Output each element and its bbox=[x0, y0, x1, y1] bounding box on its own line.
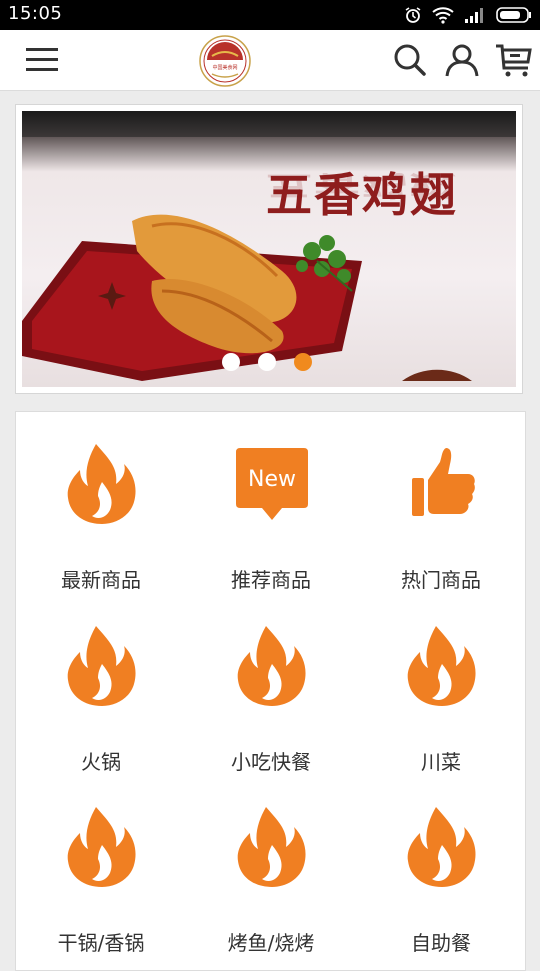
banner-backdrop bbox=[22, 111, 516, 137]
banner-image[interactable]: 五香鸡翅 五香鸡翅 bbox=[22, 111, 516, 387]
new-badge-text: New bbox=[248, 467, 296, 492]
flame-icon bbox=[67, 626, 136, 706]
new-badge-icon: New bbox=[236, 448, 308, 520]
carousel-indicator bbox=[222, 353, 312, 371]
promo-banner[interactable]: 五香鸡翅 五香鸡翅 bbox=[15, 104, 523, 394]
status-bar: 15:05 bbox=[0, 0, 540, 30]
cart-icon[interactable] bbox=[494, 42, 534, 78]
user-icon[interactable] bbox=[442, 42, 482, 78]
category-label: 干锅/香锅 bbox=[57, 931, 145, 955]
category-label: 自助餐 bbox=[411, 931, 471, 955]
status-icons bbox=[404, 5, 532, 25]
battery-icon bbox=[496, 7, 531, 23]
category-item-snacks[interactable]: 小吃快餐 bbox=[186, 594, 356, 774]
flame-icon bbox=[67, 807, 136, 887]
category-item-drypot[interactable]: 干锅/香锅 bbox=[16, 775, 186, 955]
category-label: 小吃快餐 bbox=[231, 750, 311, 774]
logo-icon[interactable]: 中国美食网 bbox=[198, 34, 252, 88]
category-item-recommended[interactable]: New 推荐商品 bbox=[186, 412, 356, 592]
carousel-dot[interactable] bbox=[222, 353, 240, 371]
category-label: 川菜 bbox=[421, 750, 461, 774]
wifi-icon bbox=[432, 7, 454, 24]
category-label: 热门商品 bbox=[401, 568, 481, 592]
flame-icon bbox=[237, 807, 306, 887]
category-label: 推荐商品 bbox=[231, 568, 311, 592]
search-icon[interactable] bbox=[390, 42, 430, 78]
app-header: 中国美食网 bbox=[0, 30, 540, 91]
logo-text: 中国美食网 bbox=[212, 64, 237, 71]
category-item-popular[interactable]: 热门商品 bbox=[356, 412, 526, 592]
thumbs-up-icon bbox=[412, 448, 475, 516]
clock: 15:05 bbox=[8, 3, 63, 24]
menu-icon[interactable] bbox=[22, 42, 62, 78]
flame-icon bbox=[67, 444, 136, 524]
signal-icon bbox=[465, 8, 483, 23]
category-item-buffet[interactable]: 自助餐 bbox=[356, 775, 526, 955]
category-item-newest[interactable]: 最新商品 bbox=[16, 412, 186, 592]
category-grid: 最新商品 New 推荐商品 热门商品 火锅 小吃快餐 川菜 干锅/香锅 烤鱼/烧… bbox=[15, 411, 526, 971]
flame-icon bbox=[407, 626, 476, 706]
category-item-sichuan[interactable]: 川菜 bbox=[356, 594, 526, 774]
carousel-dot-active[interactable] bbox=[294, 353, 312, 371]
category-label: 烤鱼/烧烤 bbox=[227, 931, 315, 955]
category-item-grill[interactable]: 烤鱼/烧烤 bbox=[186, 775, 356, 955]
category-label: 火锅 bbox=[81, 750, 121, 774]
flame-icon bbox=[237, 626, 306, 706]
banner-title-reflection: 五香鸡翅 bbox=[266, 169, 458, 202]
flame-icon bbox=[407, 807, 476, 887]
category-label: 最新商品 bbox=[61, 568, 141, 592]
carousel-dot[interactable] bbox=[258, 353, 276, 371]
category-item-hotpot[interactable]: 火锅 bbox=[16, 594, 186, 774]
alarm-icon bbox=[405, 7, 421, 23]
